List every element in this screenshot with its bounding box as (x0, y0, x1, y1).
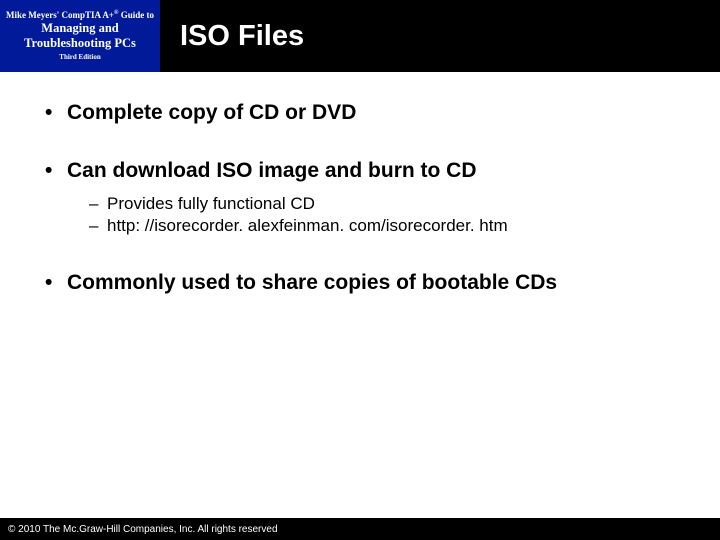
book-box: Mike Meyers' CompTIA A+® Guide to Managi… (0, 0, 160, 72)
book-text: Guide to (118, 10, 154, 20)
bullet-item: Can download ISO image and burn to CD Pr… (45, 158, 690, 238)
bullet-item: Complete copy of CD or DVD (45, 100, 690, 126)
book-edition: Third Edition (59, 54, 100, 62)
bullet-text: Can download ISO image and burn to CD (67, 159, 477, 182)
bullet-text: Complete copy of CD or DVD (67, 101, 356, 124)
book-line-1: Mike Meyers' CompTIA A+® Guide to (6, 10, 154, 21)
bullet-item: Commonly used to share copies of bootabl… (45, 270, 690, 296)
slide: Mike Meyers' CompTIA A+® Guide to Managi… (0, 0, 720, 540)
sub-item: http: //isorecorder. alexfeinman. com/is… (89, 215, 690, 238)
footer-bar: © 2010 The Mc.Graw-Hill Companies, Inc. … (0, 518, 720, 540)
sub-text: Provides fully functional CD (107, 194, 315, 213)
book-line-2a: Managing and (41, 22, 118, 36)
sub-text: http: //isorecorder. alexfeinman. com/is… (107, 216, 508, 235)
slide-title: ISO Files (180, 20, 304, 53)
book-text: Mike Meyers' Comp (6, 10, 85, 20)
header-bar: Mike Meyers' CompTIA A+® Guide to Managi… (0, 0, 720, 72)
book-text: A+ (102, 10, 114, 20)
bullet-text: Commonly used to share copies of bootabl… (67, 271, 557, 294)
bullet-list: Complete copy of CD or DVD Can download … (45, 100, 690, 297)
book-line-2b: Troubleshooting PCs (24, 37, 136, 51)
content-area: Complete copy of CD or DVD Can download … (45, 100, 690, 329)
sub-item: Provides fully functional CD (89, 193, 690, 216)
book-text: TIA (85, 10, 101, 20)
copyright-text: © 2010 The Mc.Graw-Hill Companies, Inc. … (8, 524, 278, 535)
sub-list: Provides fully functional CD http: //iso… (89, 193, 690, 239)
